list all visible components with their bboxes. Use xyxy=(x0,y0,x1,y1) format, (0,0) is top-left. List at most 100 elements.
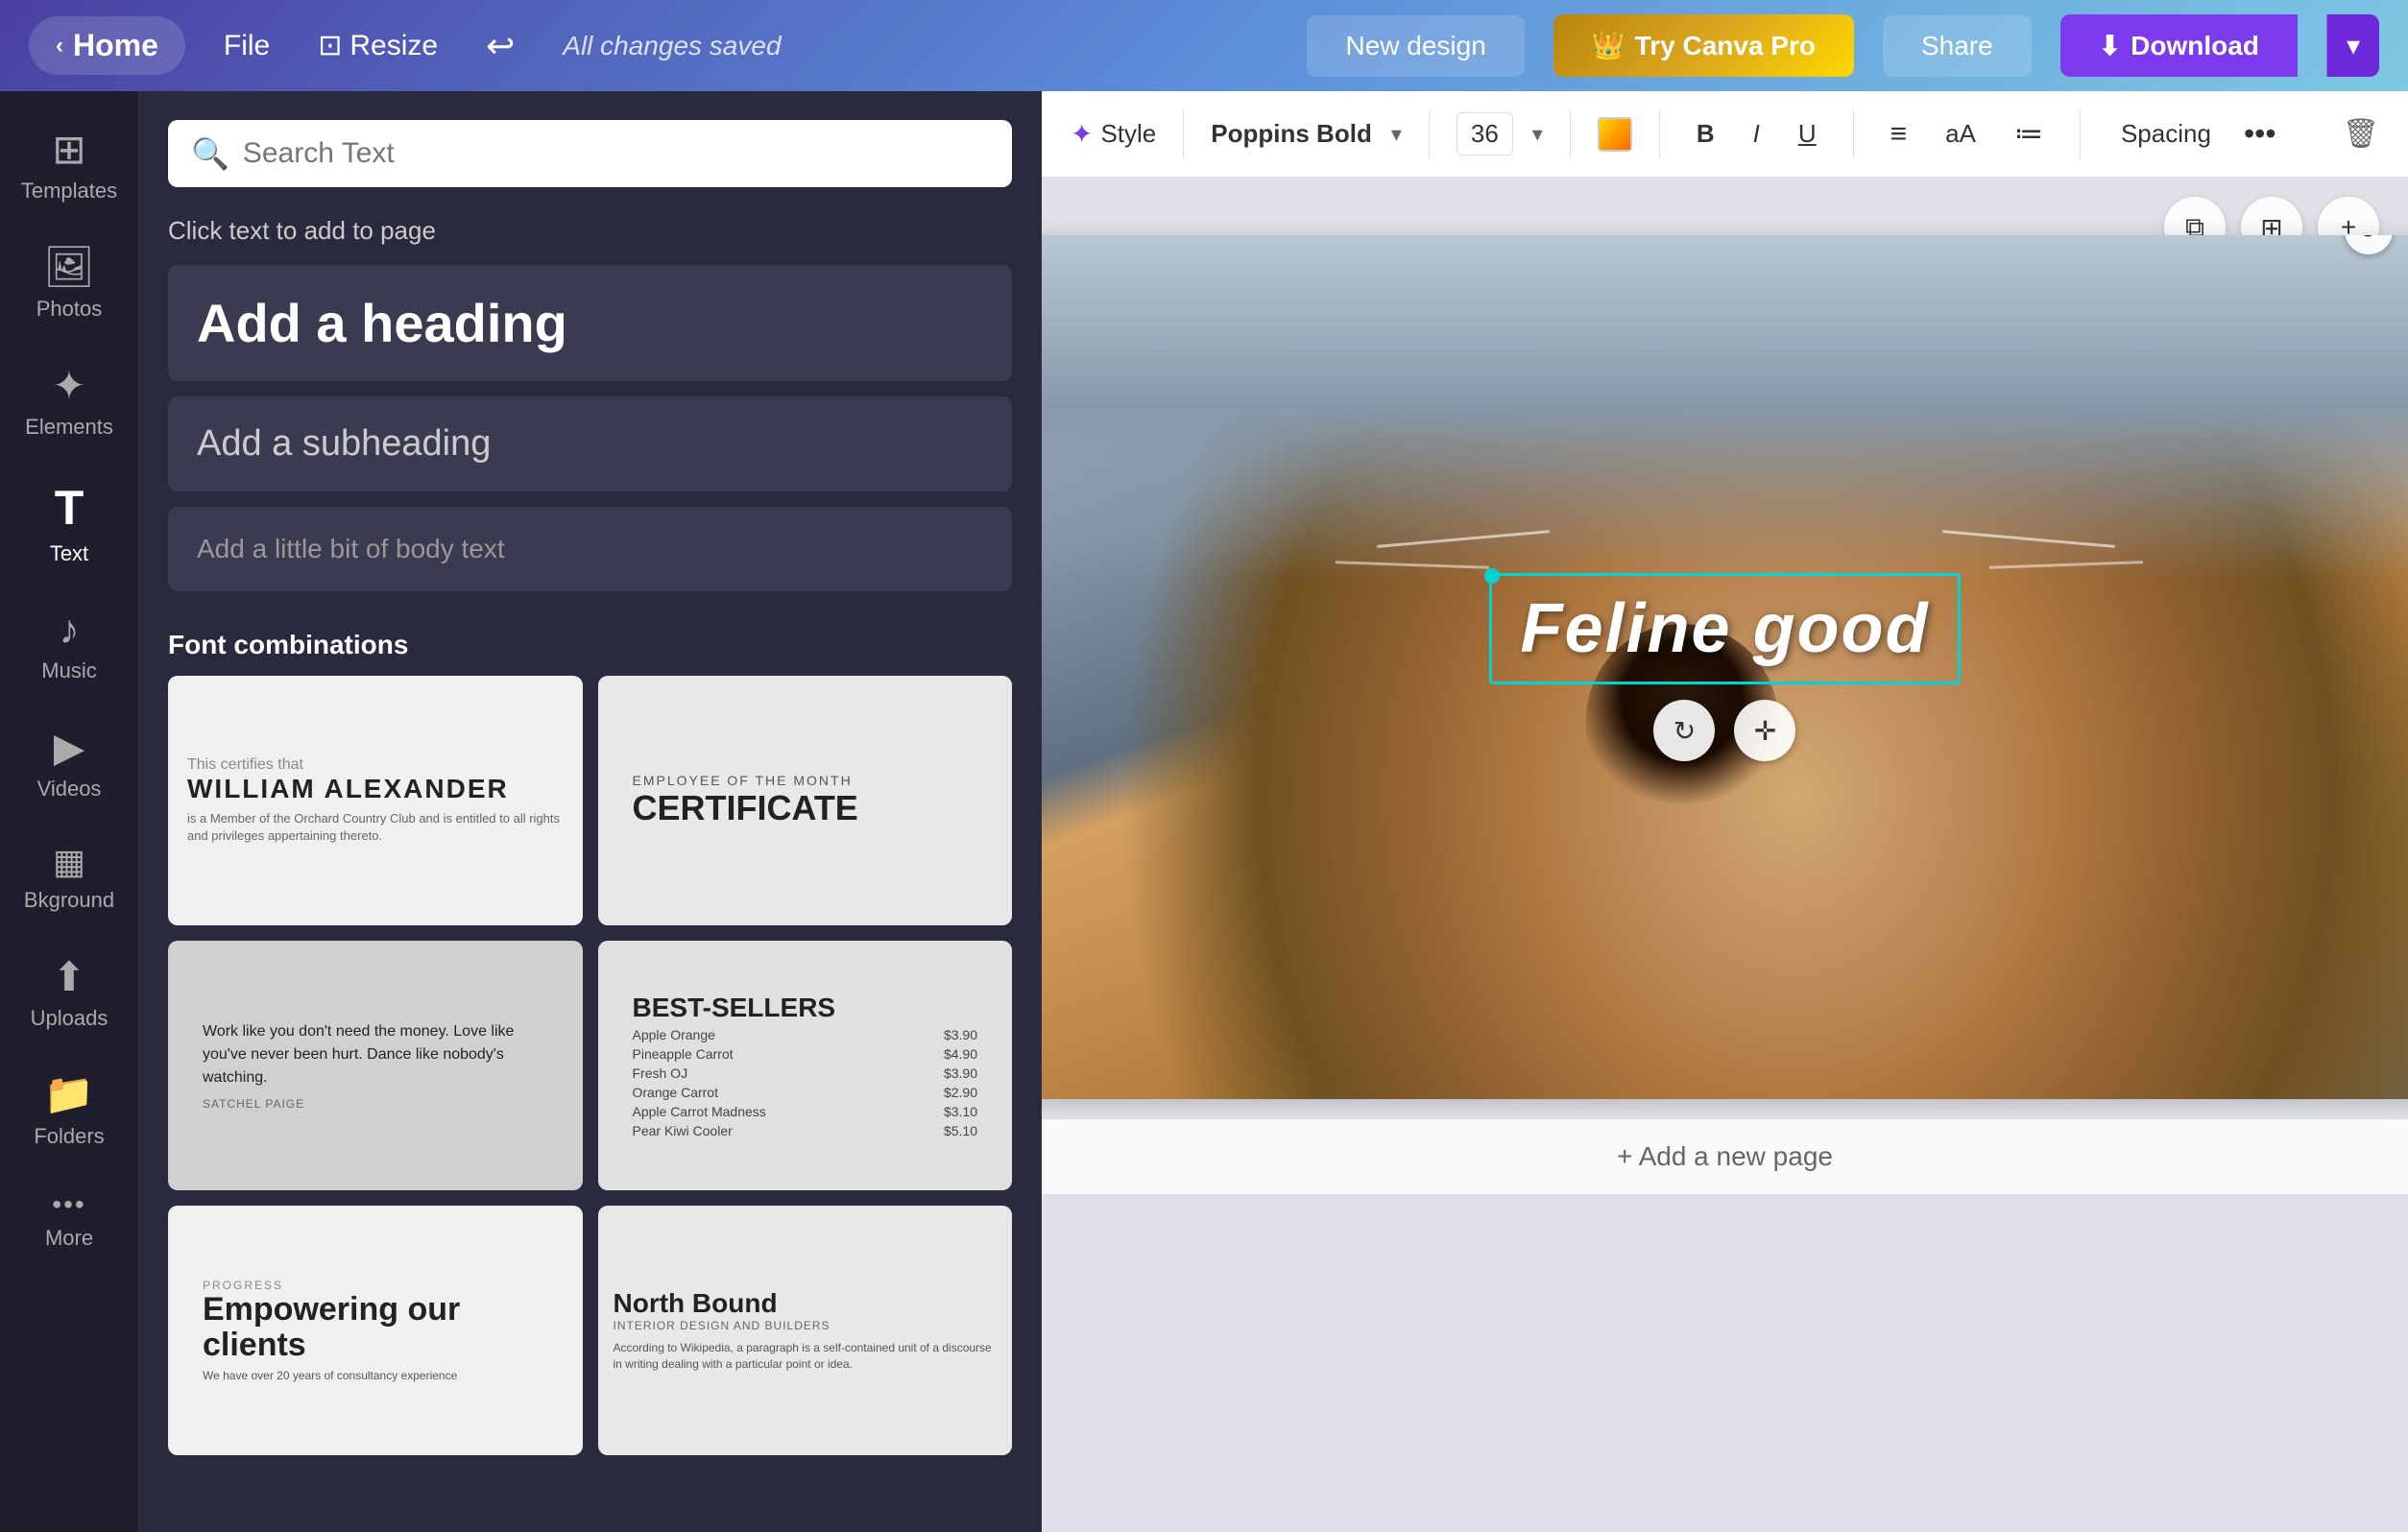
add-body-option[interactable]: Add a little bit of body text xyxy=(168,507,1012,591)
underline-button[interactable]: U xyxy=(1789,113,1826,155)
nb-title: North Bound xyxy=(614,1288,998,1319)
sidebar-item-elements[interactable]: ✦ Elements xyxy=(0,347,138,455)
nb-subtitle: INTERIOR DESIGN AND BUILDERS xyxy=(614,1319,998,1332)
canvas-wrapper: ⧉ ⊞ + xyxy=(1042,178,2408,1532)
font-combos-title: Font combinations xyxy=(168,630,1012,660)
sidebar-item-videos[interactable]: ▶ Videos xyxy=(0,708,138,817)
size-dropdown-icon[interactable]: ▾ xyxy=(1532,122,1543,147)
list-button[interactable]: ≔ xyxy=(2005,111,2053,156)
subheading-text: Add a subheading xyxy=(197,423,491,464)
delete-button[interactable]: 🗑 xyxy=(2343,117,2379,151)
sidebar-item-photos[interactable]: 🖼 Photos xyxy=(0,228,138,337)
sidebar-folders-label: Folders xyxy=(34,1124,104,1149)
canvas-inner: Feline good ↻ ✛ ↺ + Add a new page xyxy=(1042,235,2408,1233)
folders-icon: 📁 xyxy=(44,1071,94,1118)
font-name[interactable]: Poppins Bold xyxy=(1211,119,1372,149)
try-pro-button[interactable]: 👑 Try Canva Pro xyxy=(1553,14,1854,77)
style-icon: ✦ xyxy=(1071,118,1093,150)
menu-item: Fresh OJ$3.90 xyxy=(633,1065,978,1081)
rotate-text-button[interactable]: ↻ xyxy=(1653,700,1715,761)
font-size[interactable]: 36 xyxy=(1457,112,1513,156)
search-input[interactable] xyxy=(243,137,989,170)
file-menu[interactable]: File xyxy=(214,20,279,72)
new-design-button[interactable]: New design xyxy=(1307,15,1524,77)
sidebar-background-label: Bkground xyxy=(24,888,114,913)
sidebar-item-text[interactable]: T Text xyxy=(0,465,138,582)
font-combo-certificate[interactable]: This certifies that WILLIAM ALEXANDER is… xyxy=(168,676,583,925)
videos-icon: ▶ xyxy=(54,724,84,771)
case-button[interactable]: aA xyxy=(1936,113,1986,155)
emp-top: EMPLOYEE OF THE MONTH xyxy=(633,773,978,788)
home-button[interactable]: ‹ Home xyxy=(29,16,185,75)
font-combo-quote[interactable]: Work like you don't need the money. Love… xyxy=(168,941,583,1190)
menu-item: Pear Kiwi Cooler$5.10 xyxy=(633,1123,978,1138)
top-nav: ‹ Home File ⊡ Resize ↩ All changes saved… xyxy=(0,0,2408,91)
resize-icon: ⊡ xyxy=(318,29,342,62)
font-dropdown-icon[interactable]: ▾ xyxy=(1391,122,1402,147)
move-text-button[interactable]: ✛ xyxy=(1734,700,1795,761)
sidebar-item-more[interactable]: ••• More xyxy=(0,1174,138,1266)
prog-title: Empowering our clients xyxy=(203,1292,548,1364)
feline-text[interactable]: Feline good xyxy=(1521,590,1930,667)
sidebar-videos-label: Videos xyxy=(37,777,102,802)
search-box[interactable]: 🔍 xyxy=(168,120,1012,187)
sidebar-item-music[interactable]: ♪ Music xyxy=(0,591,138,699)
menu-item: Apple Carrot Madness$3.10 xyxy=(633,1104,978,1119)
toolbar-divider-1 xyxy=(1183,110,1184,158)
style-button[interactable]: ✦ Style xyxy=(1071,118,1156,150)
add-subheading-option[interactable]: Add a subheading xyxy=(168,396,1012,491)
toolbar-divider-6 xyxy=(2080,110,2081,158)
download-button[interactable]: ⬇ Download xyxy=(2060,14,2298,77)
sidebar-uploads-label: Uploads xyxy=(31,1006,108,1031)
font-combo-northbound[interactable]: North Bound INTERIOR DESIGN AND BUILDERS… xyxy=(598,1206,1013,1455)
quote-author: SATCHEL PAIGE xyxy=(203,1097,548,1111)
uploads-icon: ⬆ xyxy=(52,953,85,1000)
undo-button[interactable]: ↩ xyxy=(476,16,524,76)
text-icon: T xyxy=(55,480,84,536)
save-status: All changes saved xyxy=(563,31,781,61)
add-heading-option[interactable]: Add a heading xyxy=(168,265,1012,381)
text-color-button[interactable] xyxy=(1598,117,1632,152)
prog-body: We have over 20 years of consultancy exp… xyxy=(203,1369,548,1382)
main-area: ⊞ Templates 🖼 Photos ✦ Elements T Text ♪… xyxy=(0,91,2408,1532)
canvas-page[interactable]: Feline good ↻ ✛ ↺ xyxy=(1042,235,2408,1099)
sidebar-item-folders[interactable]: 📁 Folders xyxy=(0,1056,138,1164)
bold-button[interactable]: B xyxy=(1687,113,1724,155)
text-controls: ↻ ✛ xyxy=(1653,700,1795,761)
photos-icon: 🖼 xyxy=(43,244,94,291)
sidebar-elements-label: Elements xyxy=(25,415,113,440)
sidebar-item-uploads[interactable]: ⬆ Uploads xyxy=(0,938,138,1046)
add-new-page-button[interactable]: + Add a new page xyxy=(1042,1118,2408,1195)
elements-icon: ✦ xyxy=(52,362,85,409)
sidebar-item-background[interactable]: ▦ Bkground xyxy=(0,826,138,928)
canvas-text-overlay[interactable]: Feline good ↻ ✛ xyxy=(1489,573,1962,761)
font-combo-employee[interactable]: EMPLOYEE OF THE MONTH CERTIFICATE xyxy=(598,676,1013,925)
align-button[interactable]: ≡ xyxy=(1881,112,1917,156)
cert-name: WILLIAM ALEXANDER xyxy=(187,774,564,804)
font-combo-progress[interactable]: PROGRESS Empowering our clients We have … xyxy=(168,1206,583,1455)
share-button[interactable]: Share xyxy=(1883,15,2032,77)
download-dropdown-button[interactable]: ▾ xyxy=(2326,14,2379,77)
spacing-button[interactable]: Spacing xyxy=(2107,113,2225,155)
toolbar: ✦ Style Poppins Bold ▾ 36 ▾ B I U ≡ aA ≔… xyxy=(1042,91,2408,178)
sidebar-item-templates[interactable]: ⊞ Templates xyxy=(0,110,138,219)
download-icon: ⬇ xyxy=(2099,30,2121,61)
text-panel: 🔍 Click text to add to page Add a headin… xyxy=(139,91,1042,1532)
menu-item: Apple Orange$3.90 xyxy=(633,1027,978,1042)
resize-menu[interactable]: ⊡ Resize xyxy=(308,19,447,72)
toolbar-divider-2 xyxy=(1429,110,1430,158)
feline-text-container[interactable]: Feline good xyxy=(1489,573,1962,684)
font-combo-menu[interactable]: BEST-SELLERS Apple Orange$3.90 Pineapple… xyxy=(598,941,1013,1190)
chevron-left-icon: ‹ xyxy=(56,33,63,60)
toolbar-divider-5 xyxy=(1853,110,1854,158)
menu-item: Orange Carrot$2.90 xyxy=(633,1085,978,1100)
italic-button[interactable]: I xyxy=(1744,113,1770,155)
music-icon: ♪ xyxy=(60,607,80,653)
sidebar-text-label: Text xyxy=(50,541,88,566)
menu-item: Pineapple Carrot$4.90 xyxy=(633,1046,978,1062)
more-options-button[interactable]: ••• xyxy=(2244,116,2276,152)
background-icon: ▦ xyxy=(53,842,85,882)
sidebar-more-label: More xyxy=(45,1226,93,1251)
icon-sidebar: ⊞ Templates 🖼 Photos ✦ Elements T Text ♪… xyxy=(0,91,139,1532)
selection-dot xyxy=(1484,568,1500,584)
